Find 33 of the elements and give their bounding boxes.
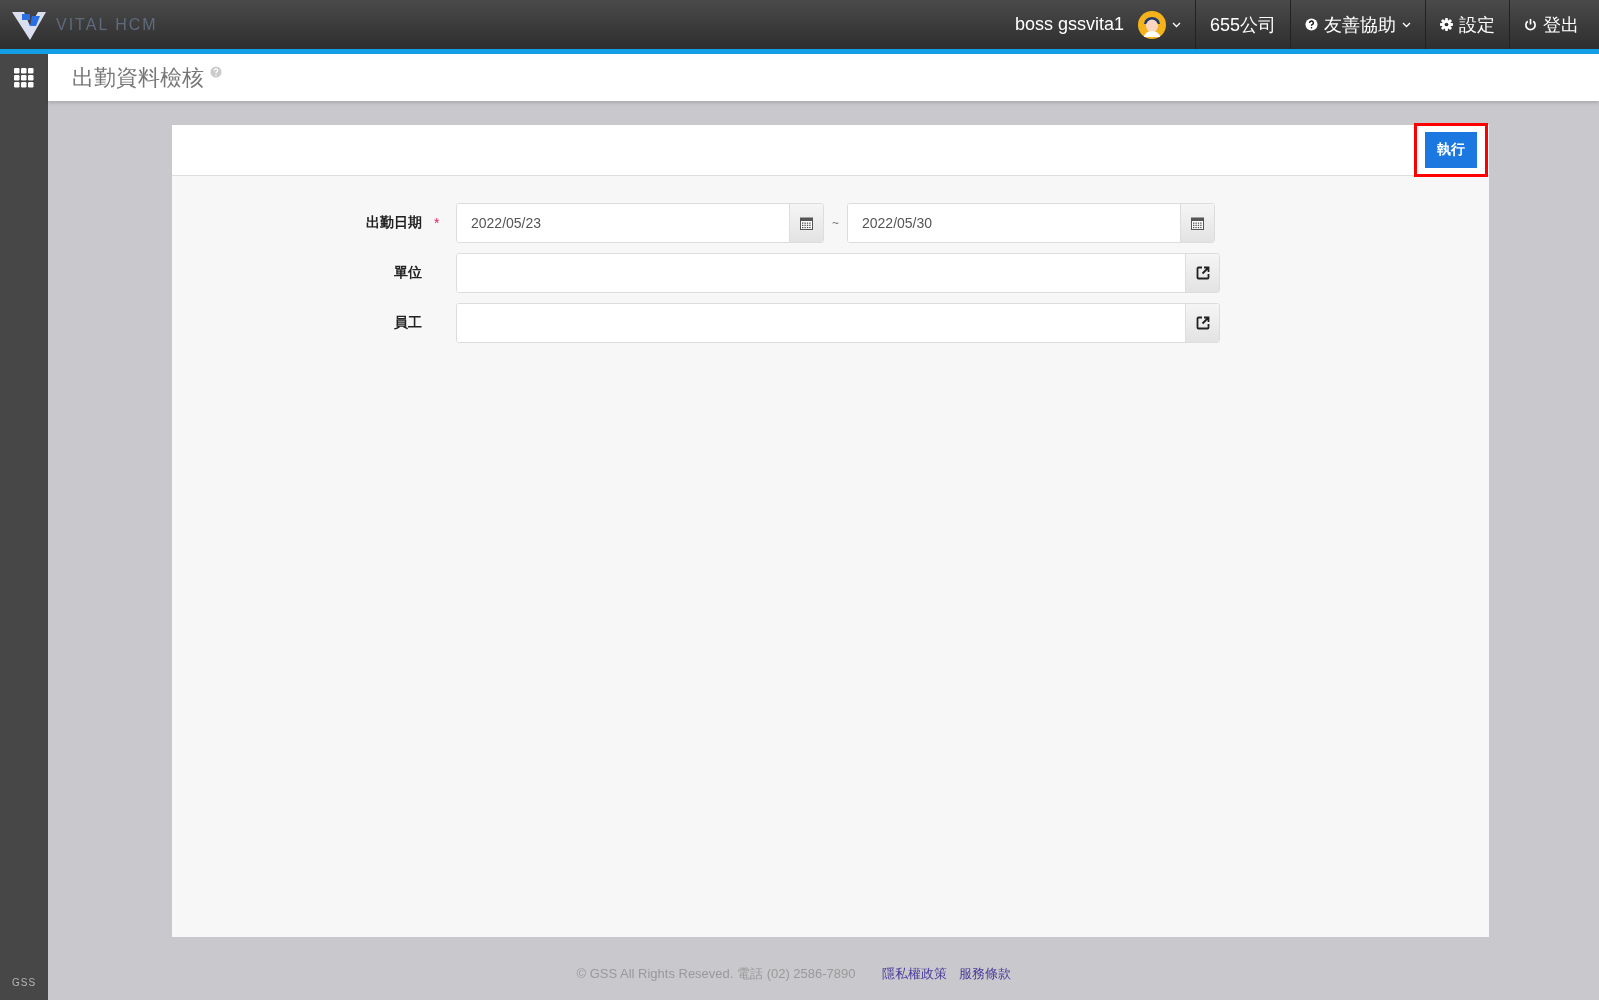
run-button[interactable]: 執行 <box>1425 132 1477 168</box>
field-label: 出勤日期 <box>365 214 422 232</box>
sidebar-logo-text: GSS <box>11 977 37 988</box>
calendar-button[interactable] <box>1180 204 1214 242</box>
power-icon <box>1524 18 1537 31</box>
required-mark: * <box>434 215 441 231</box>
settings-menu[interactable]: 設定 <box>1425 0 1509 49</box>
help-icon <box>210 66 222 78</box>
footer-link[interactable]: 服務條款 <box>958 965 1011 983</box>
company-label[interactable]: 655公司 <box>1194 0 1290 49</box>
logo-icon <box>12 9 48 40</box>
caret-icon <box>1171 21 1181 28</box>
settings-icon <box>1440 18 1453 31</box>
footer-link[interactable]: 隱私權政策 <box>881 965 947 983</box>
external-link-icon <box>1195 316 1210 330</box>
page-title: 出勤資料檢核 <box>72 63 204 92</box>
calendar-button[interactable] <box>789 204 823 242</box>
caret-icon <box>1402 21 1411 28</box>
external-link-icon <box>1195 266 1210 280</box>
calendar-icon <box>1191 216 1204 230</box>
brand-name: VITAL HCM <box>56 15 158 34</box>
range-separator: ~ <box>832 216 839 230</box>
help-menu[interactable]: 友善協助 <box>1290 0 1425 49</box>
calendar-icon <box>800 216 813 230</box>
open-picker-button[interactable] <box>1185 254 1219 292</box>
user-menu[interactable]: boss gssvita1 <box>1000 0 1195 49</box>
apps-grid-icon[interactable] <box>14 68 34 88</box>
avatar-icon <box>1137 10 1166 39</box>
logout-menu[interactable]: 登出 <box>1509 0 1593 49</box>
field-label: 員工 <box>393 314 422 332</box>
open-picker-button[interactable] <box>1185 304 1219 342</box>
field-label: 單位 <box>393 264 422 282</box>
help-icon <box>1305 18 1318 31</box>
